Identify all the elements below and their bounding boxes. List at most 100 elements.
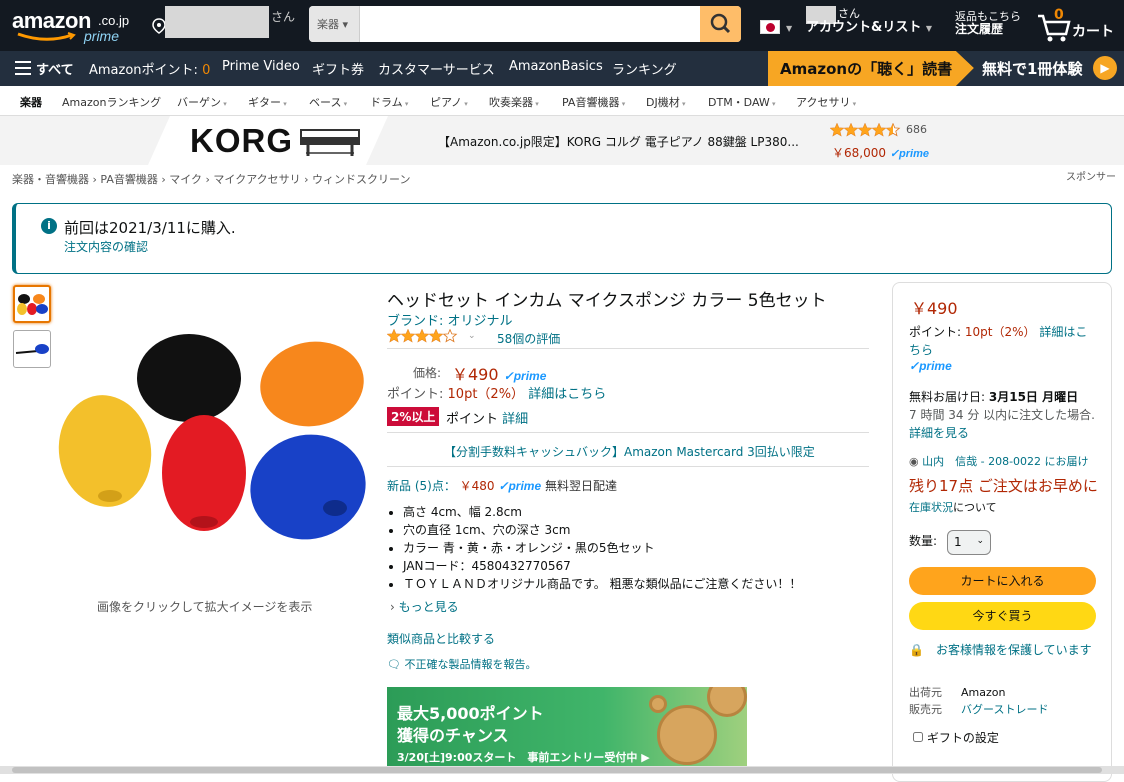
ad-price: ￥68,000 (832, 146, 886, 160)
new-offers-row: 新品 (5)点： ￥480 ✓prime 無料翌日配達 (387, 477, 617, 494)
thumbnail-image (15, 344, 49, 354)
coin-graphic (657, 705, 717, 765)
order-details-link[interactable]: 注文内容の確認 (64, 238, 148, 255)
product-main-image[interactable] (52, 290, 372, 580)
smile-icon (17, 32, 76, 41)
audible-banner[interactable]: Amazonの「聴く」読書 無料で1冊体験 ▶ (768, 51, 1124, 86)
search-input[interactable] (361, 6, 701, 42)
see-more-link[interactable]: › もっと見る (390, 598, 459, 615)
secure-transaction-link[interactable]: お客様情報を保護しています (936, 643, 1092, 657)
orders-link[interactable]: 返品もこちら 注文履歴 (955, 10, 1021, 36)
subnav-item[interactable]: アクセサリ ▾ (796, 94, 856, 110)
sponsored-ad-bar[interactable]: KORG 【Amazon.co.jp限定】KORG コルグ 電子ピアノ 88鍵盤… (0, 116, 1124, 165)
location-pin-icon[interactable] (152, 18, 166, 34)
subnav-item[interactable]: ギター ▾ (248, 94, 287, 110)
sponsored-label: スポンサー (1066, 172, 1116, 183)
shipper-label: 出荷元 (909, 686, 942, 699)
ratings-count-link[interactable]: 58個の評価 (497, 330, 560, 347)
gift-checkbox[interactable] (913, 732, 923, 742)
new-offer-shipping: 無料翌日配達 (544, 479, 617, 493)
top-nav: amazon .co.jp prime さん 楽器 ▾ ▼ さん アカウント&リ… (0, 0, 1124, 51)
logo-prime: prime (84, 28, 120, 44)
report-link[interactable]: 🗨 不正確な製品情報を報告。 (387, 656, 536, 672)
star-fill (429, 329, 443, 342)
hamburger-icon[interactable] (15, 61, 31, 75)
breadcrumb[interactable]: 楽器・音響機器 › PA音響機器 › マイク › マイクアクセサリ › ウィンド… (12, 171, 410, 187)
audible-right-text: 無料で1冊体験 (982, 60, 1083, 78)
buybox-points-label: ポイント: (909, 325, 962, 339)
category-subnav: 楽器 Amazonランキング バーゲン ▾ ギター ▾ ベース ▾ ドラム ▾ … (0, 86, 1124, 116)
price-label: 価格: (413, 366, 442, 380)
coin-graphic (649, 695, 667, 713)
points-promo-banner[interactable]: 最大5,000ポイント 獲得のチャンス 3/20[土]9:00スタート 事前エン… (387, 687, 747, 774)
amazon-logo[interactable]: amazon .co.jp prime (12, 8, 152, 46)
prime-badge: ✓prime (498, 479, 542, 493)
subnav-item[interactable]: DJ機材 ▾ (646, 94, 685, 110)
subnav-item[interactable]: ドラム ▾ (370, 94, 408, 110)
lock-icon: 🔒 (909, 643, 924, 657)
subnav-item[interactable]: PA音響機器 ▾ (562, 94, 625, 110)
coin-graphic (707, 687, 747, 717)
subnav-item[interactable]: DTM・DAW ▾ (708, 94, 776, 110)
subnav-item[interactable]: Amazonランキング (62, 94, 161, 110)
logo-domain: .co.jp (98, 13, 130, 28)
subnav-item[interactable]: ピアノ ▾ (430, 94, 468, 110)
buybox-order-within: 7 時間 34 分 以内に注文した場合. 詳細を見る (909, 408, 1095, 440)
nav-ranking[interactable]: ランキング (612, 59, 677, 78)
redacted-name (165, 6, 269, 38)
horizontal-scrollbar[interactable] (0, 766, 1124, 774)
chevron-right-icon: › (390, 600, 395, 614)
thumbnail-2[interactable] (13, 330, 51, 368)
search-category-dropdown[interactable]: 楽器 ▾ (309, 6, 360, 42)
seller-link[interactable]: バグーストレード (961, 703, 1048, 716)
subnav-item[interactable]: バーゲン ▾ (177, 94, 227, 110)
cart-button[interactable]: 0 カート (1036, 7, 1116, 44)
ship-to-row[interactable]: ◉ 山内 信哉 - 208-0022 にお届け (909, 453, 1099, 471)
chevron-down-icon[interactable]: ⌄ (468, 331, 476, 341)
subnav-item[interactable]: 吹奏楽器 ▾ (489, 94, 539, 110)
feature-bullet: JANコード：4580432770567 (403, 557, 801, 575)
buybox-price: ￥490 (911, 299, 958, 318)
subnav-item[interactable]: 楽器 (20, 94, 42, 110)
subnav-item[interactable]: ベース ▾ (309, 94, 347, 110)
nav-customer-service[interactable]: カスタマーサービス (378, 59, 495, 78)
account-menu[interactable]: さん アカウント&リスト ▼ (806, 7, 932, 36)
brand-link[interactable]: ブランド: オリジナル (387, 310, 513, 329)
location-pin-icon: ◉ (909, 455, 919, 468)
points-percent-details-link[interactable]: 詳細 (502, 412, 528, 427)
japan-flag-icon[interactable] (760, 20, 780, 34)
divider (387, 432, 869, 433)
quantity-select[interactable]: 1 ⌄ (947, 530, 991, 555)
nav-prime-video[interactable]: Prime Video (222, 59, 300, 74)
promo-line1: 最大5,000ポイント (397, 704, 544, 723)
ship-to-link[interactable]: 山内 信哉 - 208-0022 にお届け (922, 455, 1088, 468)
piano-icon (300, 129, 360, 156)
notice-title: 前回は2021/3/11に購入. (64, 219, 236, 237)
mastercard-promo-link[interactable]: 【分割手数料キャッシュバック】Amazon Mastercard 3回払い限定 (444, 443, 815, 460)
product-rating-stars[interactable] (386, 328, 461, 346)
feature-bullet: 穴の直径 1cm、穴の深さ 3cm (403, 521, 801, 539)
prime-badge: ✓prime (503, 369, 547, 383)
buybox-points: ポイント: 10pt（2%） 詳細はこちら (909, 323, 1099, 359)
ad-title[interactable]: 【Amazon.co.jp限定】KORG コルグ 電子ピアノ 88鍵盤 LP38… (438, 133, 799, 150)
secure-transaction-row[interactable]: 🔒 お客様情報を保護しています (909, 641, 1099, 659)
thumbnail-1[interactable] (13, 285, 51, 323)
new-offers-link[interactable]: 新品 (5)点： (387, 479, 456, 493)
stock-link[interactable]: 在庫状況 (909, 501, 953, 514)
delivery-details-link[interactable]: 詳細を見る (909, 426, 969, 440)
star-fill (844, 123, 858, 136)
nav-gift-cards[interactable]: ギフト券 (312, 59, 364, 78)
points-row: ポイント: 10pt（2%） 詳細はこちら (387, 383, 606, 402)
points-details-link[interactable]: 詳細はこちら (528, 387, 606, 402)
add-to-cart-button[interactable]: カートに入れる (909, 567, 1096, 595)
search-button[interactable] (700, 6, 741, 42)
nav-points[interactable]: Amazonポイント: 0 (89, 59, 210, 78)
account-greeting: さん (838, 7, 860, 20)
points-label: ポイント: (387, 387, 444, 402)
nav-all[interactable]: すべて (36, 59, 74, 78)
buy-now-button[interactable]: 今すぐ買う (909, 602, 1096, 630)
nav-amazonbasics[interactable]: AmazonBasics (509, 59, 603, 74)
shipper-row: 出荷元 Amazon (909, 684, 1099, 702)
star-rating-icon (829, 122, 901, 137)
compare-link[interactable]: 類似商品と比較する (387, 630, 495, 647)
